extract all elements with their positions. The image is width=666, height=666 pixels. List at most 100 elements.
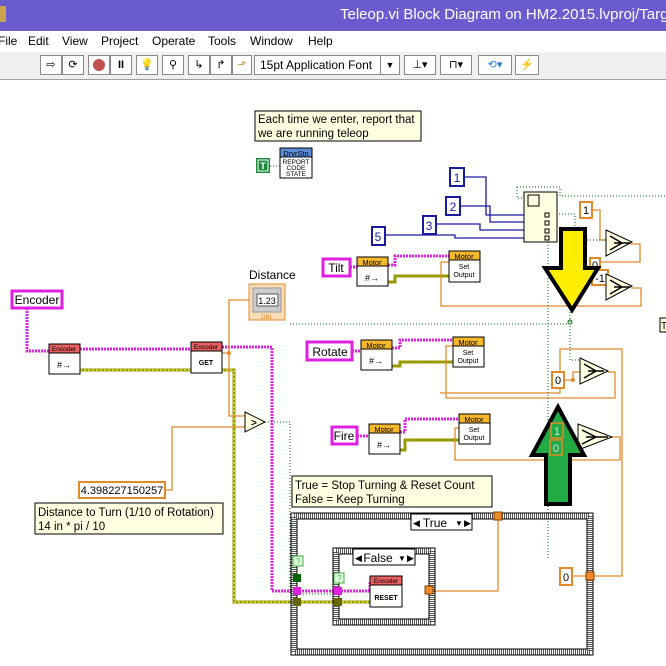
refnum-label: Encoder — [15, 293, 60, 307]
distance-constant[interactable]: 4.398227150257 — [78, 481, 166, 499]
node-header: Motor — [374, 425, 394, 434]
comment-teleop: Each time we enter, report that we are r… — [254, 110, 422, 142]
refnum-label: Fire — [334, 429, 355, 443]
encoder-reset-node[interactable]: Encoder RESET — [369, 575, 403, 608]
const-value: 0 — [563, 572, 569, 584]
const-value: 1 — [454, 171, 461, 185]
svg-text:▶: ▶ — [407, 553, 414, 563]
case-structure-inner[interactable]: ◀ False ▼ ▶ ? Encoder RESET — [332, 547, 436, 626]
drvrstn-report-code-state-node[interactable]: DrvrStn REPORT CODE STATE — [279, 147, 313, 179]
refnum-label: Rotate — [312, 345, 348, 359]
const-value: 0 — [553, 443, 559, 455]
int-constant-2[interactable]: 2 — [445, 196, 461, 216]
select-node[interactable] — [577, 423, 614, 451]
step-over-icon[interactable]: ↱ — [210, 55, 232, 75]
encoder-refnum-constant[interactable]: Encoder — [10, 289, 64, 310]
comment-line: False = Keep Turning — [295, 494, 405, 506]
encoder-get-node[interactable]: Encoder GET — [190, 341, 223, 374]
font-select-value: 15pt Application Font — [260, 58, 373, 72]
distribute-objects-icon[interactable]: ⊓▾ — [440, 55, 472, 75]
abort-icon[interactable] — [88, 55, 110, 75]
font-select[interactable]: 15pt Application Font ▼ — [254, 55, 400, 75]
highlight-execution-icon[interactable]: 💡 — [136, 55, 158, 75]
node-text: Set — [469, 427, 480, 434]
menu-window[interactable]: Window — [250, 34, 293, 48]
const-value: 4.398227150257 — [81, 485, 164, 497]
menu-edit[interactable]: Edit — [28, 34, 49, 48]
node-header: Motor — [454, 252, 474, 261]
menu-operate[interactable]: Operate — [152, 34, 195, 48]
align-objects-icon[interactable]: ⊥▾ — [404, 55, 436, 75]
build-array-node[interactable] — [523, 191, 558, 243]
menu-file[interactable]: File — [0, 34, 17, 48]
menu-view[interactable]: View — [62, 34, 88, 48]
motor-open-node[interactable]: Motor #→ — [368, 423, 401, 455]
pause-icon[interactable]: II — [110, 55, 132, 75]
numeric-constant[interactable]: 0 — [551, 371, 565, 389]
run-continuously-icon[interactable]: ⟳ — [62, 55, 84, 75]
svg-text:#→: #→ — [365, 273, 379, 283]
menu-project[interactable]: Project — [101, 34, 138, 48]
svg-text:◀: ◀ — [413, 518, 420, 528]
zero-constant-case[interactable]: 0 — [559, 567, 573, 586]
motor-set-output-node[interactable]: Motor SetOutput — [458, 413, 491, 445]
selector-terminal: ? — [296, 557, 301, 566]
menu-help[interactable]: Help — [308, 34, 333, 48]
comment-case: True = Stop Turning & Reset Count False … — [291, 475, 493, 508]
case-selector-true[interactable]: ◀ True ▼ ▶ — [410, 513, 473, 531]
node-text: Output — [453, 272, 474, 279]
int-constant-1[interactable]: 1 — [449, 167, 465, 187]
svg-text:#→: #→ — [377, 440, 391, 450]
const-value: 1 — [583, 205, 589, 217]
rotate-refnum-constant[interactable]: Rotate — [305, 340, 354, 362]
distance-indicator[interactable]: 1.23 DBL — [248, 283, 286, 321]
const-value: 0 — [555, 375, 561, 387]
node-header: Encoder — [52, 346, 77, 353]
select-node[interactable] — [579, 357, 610, 385]
node-header: Motor — [362, 258, 382, 267]
numeric-constant[interactable]: 1 — [579, 201, 593, 219]
true-constant[interactable]: T — [256, 158, 270, 173]
svg-text:◀: ◀ — [355, 553, 362, 563]
motor-open-node[interactable]: Motor #→ — [360, 339, 393, 371]
encoder-open-node[interactable]: Encoder #→ — [48, 343, 81, 375]
motor-set-output-node[interactable]: Motor SetOutput — [448, 250, 481, 283]
true-label: T — [260, 161, 266, 171]
svg-text:#→: #→ — [57, 360, 71, 370]
svg-text:#→: #→ — [369, 356, 383, 366]
menu-tools[interactable]: Tools — [208, 34, 236, 48]
node-text: Output — [463, 435, 484, 442]
int-constant-5[interactable]: 5 — [371, 226, 386, 246]
cleanup-diagram-icon[interactable]: ⚡ — [515, 55, 539, 75]
step-into-icon[interactable]: ↳ — [188, 55, 210, 75]
const-value: 2 — [450, 200, 457, 214]
node-header: Encoder — [194, 344, 219, 351]
select-node[interactable] — [605, 229, 634, 257]
reorder-icon[interactable]: ⟲▾ — [478, 55, 512, 75]
fire-refnum-constant[interactable]: Fire — [330, 425, 359, 446]
greater-than-node[interactable]: > — [244, 411, 267, 433]
block-diagram[interactable]: Each time we enter, report that we are r… — [0, 80, 666, 666]
case-selector-false[interactable]: ◀ False ▼ ▶ — [352, 548, 416, 566]
node-text: Output — [457, 358, 478, 365]
motor-set-output-node[interactable]: Motor SetOutput — [452, 336, 485, 368]
dbl-label: DBL — [261, 315, 273, 321]
node-text: GET — [199, 360, 214, 367]
chevron-down-icon: ▼ — [380, 56, 399, 74]
terminal-t-partial: T — [659, 317, 666, 333]
const-value: -1 — [595, 273, 605, 285]
run-arrow-icon[interactable]: ⇨ — [40, 55, 62, 75]
selector-terminal: ? — [337, 574, 342, 583]
indicator-value: 1.23 — [258, 296, 276, 306]
node-header: DrvrStn — [283, 149, 308, 158]
const-value: 1 — [554, 426, 560, 438]
tilt-refnum-constant[interactable]: Tilt — [321, 257, 352, 278]
terminal-label: T — [661, 321, 666, 332]
motor-open-node[interactable]: Motor #→ — [356, 256, 389, 287]
node-text: RESET — [374, 595, 398, 602]
step-out-icon[interactable]: ⬏ — [232, 55, 252, 75]
compare-symbol: > — [251, 418, 257, 429]
retain-wire-values-icon[interactable]: ⚲ — [162, 55, 184, 75]
int-constant-3[interactable]: 3 — [422, 215, 437, 235]
select-node[interactable] — [605, 273, 634, 301]
